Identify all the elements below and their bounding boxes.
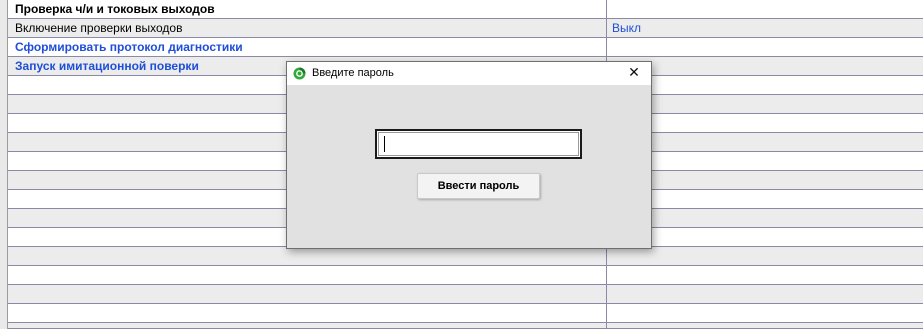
submit-password-button[interactable]: Ввести пароль [417, 173, 540, 199]
section-header: Проверка ч/и и токовых выходов [15, 2, 215, 16]
password-dialog: Введите пароль ✕ Ввести пароль [286, 61, 652, 249]
table-row [8, 304, 923, 323]
table-row [8, 323, 923, 329]
table-row: Проверка ч/и и токовых выходов [8, 0, 923, 19]
start-simulation-link[interactable]: Запуск имитационной поверки [15, 59, 199, 74]
table-row [8, 266, 923, 285]
table-row [8, 247, 923, 266]
row-header-strip [0, 0, 8, 329]
table-row[interactable]: Сформировать протокол диагностики [8, 38, 923, 57]
table-row [8, 285, 923, 304]
dialog-titlebar[interactable]: Введите пароль ✕ [287, 62, 651, 85]
table-row[interactable]: Включение проверки выходов Выкл [8, 19, 923, 38]
close-icon[interactable]: ✕ [617, 62, 651, 85]
generate-protocol-link[interactable]: Сформировать протокол диагностики [15, 40, 243, 55]
dialog-title: Введите пароль [312, 67, 394, 79]
output-check-value[interactable]: Выкл [612, 21, 641, 36]
text-caret [384, 136, 385, 152]
password-input[interactable] [375, 129, 582, 159]
app-icon [293, 67, 306, 80]
output-check-label: Включение проверки выходов [15, 21, 183, 35]
